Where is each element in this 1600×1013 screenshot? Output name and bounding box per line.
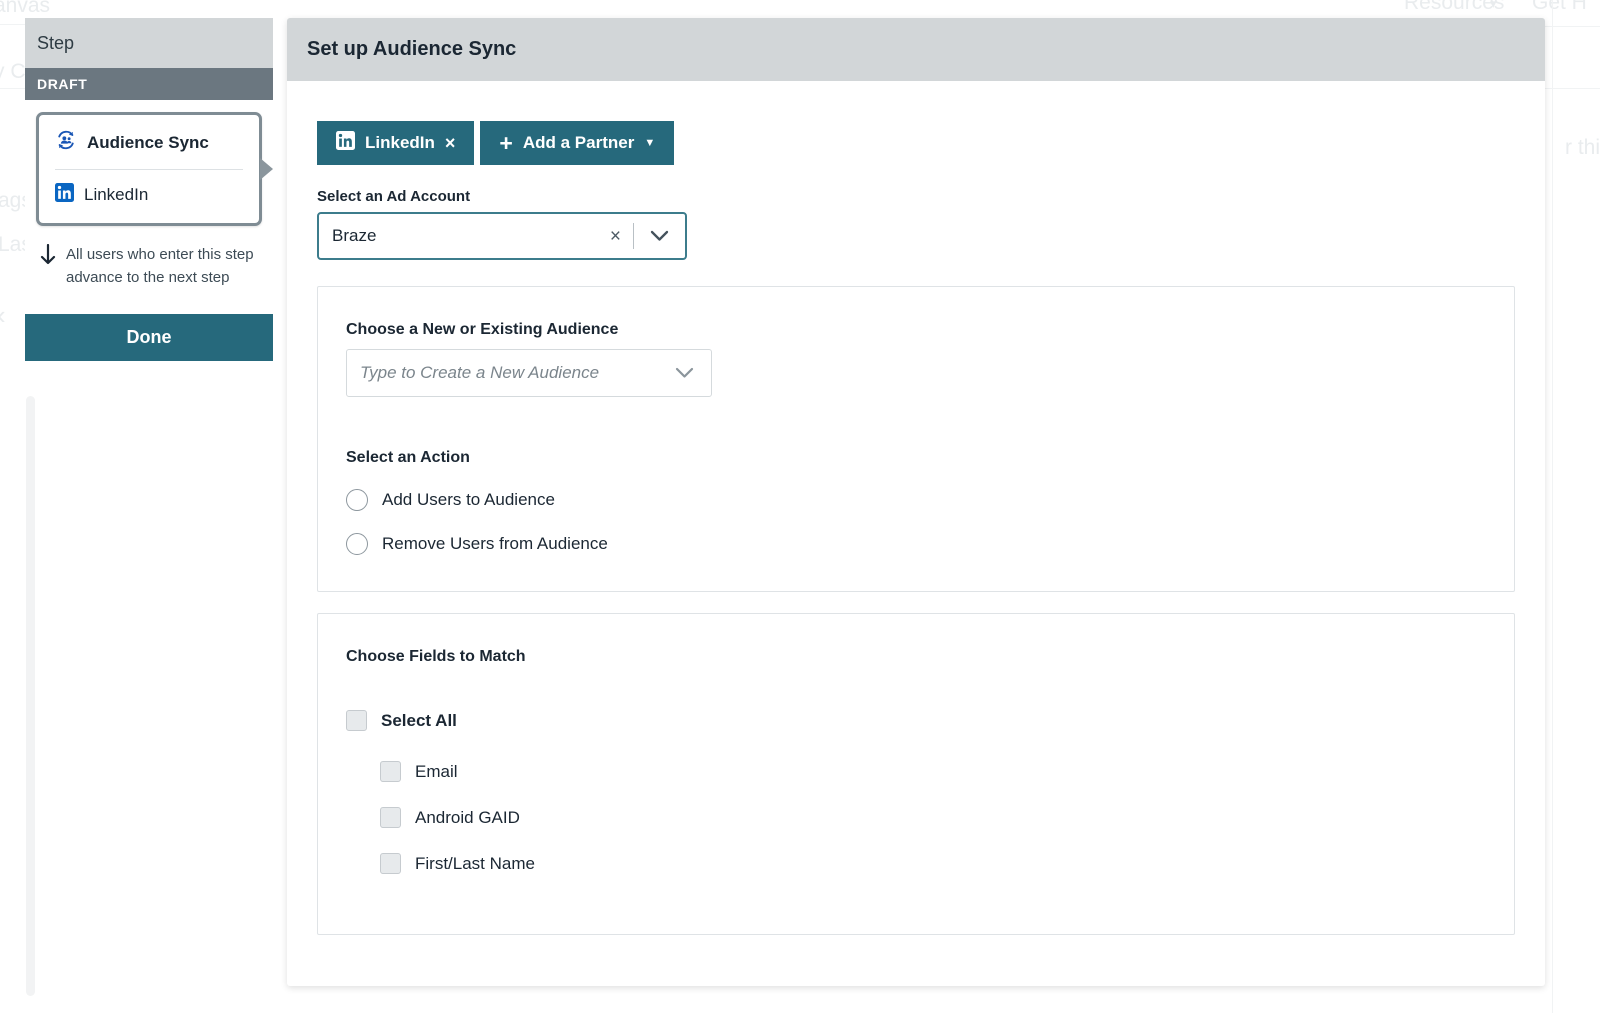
radio-add-users[interactable]: Add Users to Audience [346, 489, 1486, 511]
radio-label: Remove Users from Audience [382, 534, 608, 554]
step-card-divider [55, 169, 243, 170]
ad-account-select[interactable]: Braze × [317, 212, 687, 260]
checkbox-box[interactable] [380, 807, 401, 828]
panel-header: Set up Audience Sync [287, 18, 1545, 81]
checkbox-label: First/Last Name [415, 854, 535, 874]
step-advance-note-text: All users who enter this step advance to… [66, 244, 256, 289]
done-button[interactable]: Done [25, 314, 273, 361]
fields-card: Choose Fields to Match Select All Email … [317, 613, 1515, 935]
step-panel-title: Step [37, 33, 74, 54]
step-card-partner-row: LinkedIn [55, 183, 243, 207]
chevron-down-icon: ▼ [644, 138, 655, 149]
chevron-down-icon[interactable] [634, 230, 685, 242]
bg-right-fragment: r thi [1565, 136, 1600, 160]
checkbox-label: Select All [381, 711, 457, 731]
radio-button[interactable] [346, 533, 368, 555]
audience-card: Choose a New or Existing Audience Type t… [317, 286, 1515, 592]
panel-body: LinkedIn × + Add a Partner ▼ Select an A… [287, 81, 1545, 935]
chevron-down-icon[interactable] [658, 367, 711, 379]
choose-audience-label: Choose a New or Existing Audience [346, 321, 1486, 339]
page-title: Set up Audience Sync [307, 38, 516, 61]
step-card-title: Audience Sync [87, 133, 209, 153]
draft-status-badge: DRAFT [25, 68, 273, 100]
step-panel-body: Audience Sync LinkedIn [25, 100, 273, 307]
draft-label: DRAFT [37, 76, 87, 92]
partner-chip-row: LinkedIn × + Add a Partner ▼ [317, 121, 1515, 165]
left-scrollbar[interactable] [26, 396, 35, 996]
partner-chip-label: LinkedIn [365, 133, 435, 153]
audience-sync-panel: Set up Audience Sync LinkedIn × [287, 18, 1545, 986]
audience-placeholder: Type to Create a New Audience [360, 363, 658, 383]
radio-label: Add Users to Audience [382, 490, 555, 510]
checkbox-select-all[interactable]: Select All [346, 710, 1486, 731]
ad-account-label: Select an Ad Account [317, 188, 1515, 205]
clear-icon[interactable]: × [598, 227, 633, 246]
ad-account-value: Braze [332, 226, 598, 246]
checkbox-label: Email [415, 762, 458, 782]
checkbox-box[interactable] [346, 710, 367, 731]
step-card-partner-label: LinkedIn [84, 185, 148, 205]
bg-back-chevron-icon: ‹ [0, 300, 6, 331]
checkbox-first-last-name[interactable]: First/Last Name [380, 853, 1486, 874]
checkbox-box[interactable] [380, 853, 401, 874]
bg-resources-caret-icon: ▾ [1490, 0, 1497, 12]
bg-canvas-title: anvas [0, 0, 50, 18]
plus-icon: + [499, 132, 512, 155]
step-advance-note: All users who enter this step advance to… [36, 244, 262, 289]
audience-input[interactable]: Type to Create a New Audience [346, 349, 712, 397]
checkbox-label: Android GAID [415, 808, 520, 828]
step-card-audience-sync[interactable]: Audience Sync LinkedIn [36, 112, 262, 226]
app-root: anvas y Ca ags Las Collapse ⌃ ‹ Resource… [0, 0, 1600, 1013]
checkbox-android-gaid[interactable]: Android GAID [380, 807, 1486, 828]
checkbox-box[interactable] [380, 761, 401, 782]
step-card-header-row: Audience Sync [55, 129, 243, 156]
down-arrow-icon [39, 244, 57, 271]
radio-button[interactable] [346, 489, 368, 511]
bg-get-help-label: Get H [1532, 0, 1587, 15]
step-panel: Step DRAFT [25, 18, 273, 361]
bg-vertical-rule-right [1552, 0, 1553, 1013]
step-panel-header: Step [25, 18, 273, 68]
radio-remove-users[interactable]: Remove Users from Audience [346, 533, 1486, 555]
audience-sync-icon [55, 129, 77, 156]
linkedin-icon [55, 183, 74, 207]
select-action-label: Select an Action [346, 449, 1486, 467]
checkbox-email[interactable]: Email [380, 761, 1486, 782]
step-card-next-arrow-icon [260, 158, 273, 180]
add-partner-label: Add a Partner [523, 133, 634, 153]
choose-fields-label: Choose Fields to Match [346, 648, 1486, 666]
add-partner-button[interactable]: + Add a Partner ▼ [480, 121, 674, 165]
linkedin-icon [336, 131, 355, 155]
partner-chip-linkedin[interactable]: LinkedIn × [317, 121, 474, 165]
remove-partner-icon[interactable]: × [445, 134, 456, 152]
